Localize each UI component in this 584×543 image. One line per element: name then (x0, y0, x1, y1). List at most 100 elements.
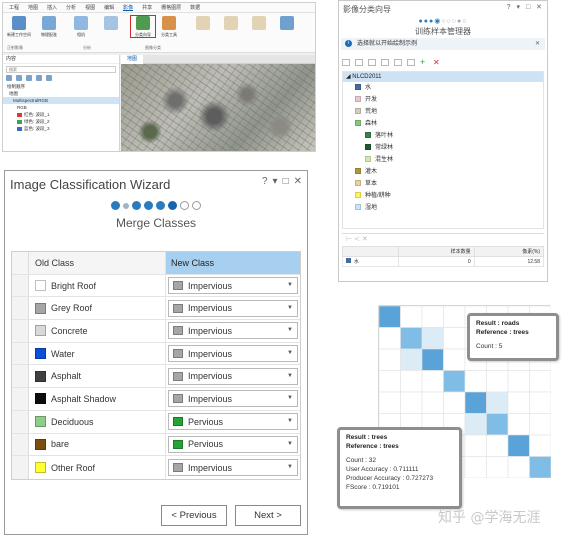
matrix-cell[interactable] (464, 456, 487, 479)
contents-item[interactable]: 蓝色: 波段_3 (3, 125, 119, 132)
menu-item[interactable]: 分析 (66, 4, 76, 11)
row-selector[interactable] (12, 410, 29, 433)
add-icon[interactable]: + (420, 57, 428, 66)
maximize-icon[interactable]: □ (283, 176, 289, 187)
close-icon[interactable]: ✕ (535, 38, 540, 50)
table-row[interactable]: Bright Roof Impervious ▼ (12, 274, 300, 298)
filter-icon[interactable] (46, 75, 52, 81)
class-node[interactable]: 荒地 (343, 106, 543, 118)
ribbon-button-classification-wizard[interactable]: 分类向导 (130, 15, 156, 38)
matrix-cell-diagonal[interactable] (507, 434, 530, 457)
menu-item[interactable]: 共享 (142, 4, 152, 11)
contents-search-input[interactable]: 搜索 (6, 66, 116, 73)
matrix-cell[interactable] (400, 391, 423, 414)
matrix-cell-diagonal[interactable] (421, 348, 444, 371)
matrix-cell[interactable] (507, 456, 530, 479)
menu-item[interactable]: 工程 (9, 4, 19, 11)
matrix-cell[interactable] (529, 413, 552, 436)
matrix-cell[interactable] (421, 306, 444, 328)
matrix-cell[interactable] (379, 391, 401, 414)
circle-icon[interactable] (368, 58, 376, 66)
table-row[interactable]: Grey Roof Impervious ▼ (12, 297, 300, 321)
matrix-cell[interactable] (379, 327, 401, 350)
table-row[interactable]: Water Impervious ▼ (12, 342, 300, 366)
schema-root[interactable]: ◢ NLCD2011 (343, 72, 543, 82)
step-dot[interactable] (192, 201, 201, 210)
table-row[interactable]: Deciduous Pervious ▼ (12, 410, 300, 434)
matrix-cell-diagonal[interactable] (443, 370, 466, 393)
ribbon-button-extra-2[interactable] (191, 16, 215, 30)
contents-item[interactable]: RGB (3, 104, 119, 111)
matrix-cell[interactable] (529, 391, 552, 414)
matrix-cell-diagonal[interactable] (529, 456, 552, 479)
new-class-dropdown[interactable]: Impervious ▼ (168, 459, 298, 477)
matrix-cell[interactable] (379, 370, 401, 393)
row-selector[interactable] (12, 342, 29, 365)
window-controls[interactable]: ? ▾ □ ✕ (507, 3, 544, 11)
matrix-cell[interactable] (464, 413, 487, 436)
new-class-dropdown[interactable]: Pervious ▼ (168, 435, 298, 453)
database-icon[interactable] (16, 75, 22, 81)
row-selector[interactable] (12, 456, 29, 479)
matrix-cell[interactable] (443, 327, 466, 350)
ribbon-button-workspace[interactable]: 新建工作空间 (7, 16, 31, 37)
table-row[interactable]: Concrete Impervious ▼ (12, 320, 300, 343)
matrix-cell[interactable] (529, 434, 552, 457)
matrix-cell[interactable] (421, 370, 444, 393)
table-row[interactable]: Asphalt Impervious ▼ (12, 365, 300, 389)
matrix-cell-diagonal[interactable] (464, 391, 487, 414)
class-node[interactable]: 水 (343, 82, 543, 94)
class-node[interactable]: 草本 (343, 178, 543, 190)
list-icon[interactable] (6, 75, 12, 81)
matrix-cell[interactable] (464, 434, 487, 457)
matrix-cell[interactable] (486, 434, 509, 457)
contents-item[interactable]: 红色: 波段_1 (3, 111, 119, 118)
ribbon-button-extra-5[interactable] (275, 16, 299, 30)
folder-icon[interactable] (394, 58, 402, 66)
step-dot[interactable] (132, 201, 141, 210)
help-icon[interactable]: ? (262, 176, 268, 187)
class-node[interactable]: 灌木 (343, 166, 543, 178)
matrix-cell[interactable] (443, 348, 466, 371)
matrix-cell[interactable] (421, 391, 444, 414)
table-row[interactable]: Other Roof Impervious ▼ (12, 456, 300, 479)
new-class-dropdown[interactable]: Impervious ▼ (168, 299, 298, 317)
satellite-imagery[interactable] (121, 64, 315, 151)
menu-item[interactable]: 地图 (28, 4, 38, 11)
new-class-dropdown[interactable]: Impervious ▼ (168, 390, 298, 408)
table-row[interactable]: 水 0 12.58 (341, 256, 545, 267)
new-class-dropdown[interactable]: Impervious ▼ (168, 277, 298, 295)
class-node[interactable]: 混生林 (343, 154, 543, 166)
contents-item[interactable]: 绿色: 波段_2 (3, 118, 119, 125)
matrix-cell[interactable] (464, 370, 487, 393)
save-icon[interactable] (407, 58, 415, 66)
matrix-cell[interactable] (421, 327, 444, 350)
next-button[interactable]: Next > (235, 505, 301, 526)
ribbon-button-classification-tools[interactable]: 分类工具 (157, 16, 181, 37)
class-node[interactable]: 湿地 (343, 202, 543, 214)
step-dot[interactable] (111, 201, 120, 210)
delete-icon[interactable]: ✕ (433, 58, 441, 66)
matrix-cell[interactable] (443, 306, 466, 328)
class-node[interactable]: 森林 (343, 118, 543, 130)
matrix-cell-diagonal[interactable] (486, 413, 509, 436)
matrix-cell[interactable] (507, 370, 530, 393)
menu-item[interactable]: 插入 (47, 4, 57, 11)
matrix-cell[interactable] (400, 306, 423, 328)
matrix-cell[interactable] (400, 370, 423, 393)
contents-item[interactable]: 绘制顺序 (3, 83, 119, 90)
matrix-cell[interactable] (379, 348, 401, 371)
layer-icon[interactable] (26, 75, 32, 81)
ribbon-button-georef[interactable]: 物理配准 (37, 16, 61, 37)
matrix-cell[interactable] (507, 413, 530, 436)
class-node[interactable]: 落叶林 (343, 130, 543, 142)
contents-item[interactable]: 地图 (3, 90, 119, 97)
menu-item[interactable]: 编辑 (104, 4, 114, 11)
ribbon-button-extra-3[interactable] (219, 16, 243, 30)
edit-icon[interactable] (36, 75, 42, 81)
matrix-cell[interactable] (486, 370, 509, 393)
matrix-cell-diagonal[interactable] (379, 306, 401, 328)
dropdown-icon[interactable]: ▾ (273, 176, 278, 187)
rectangle-icon[interactable] (342, 58, 350, 66)
row-selector[interactable] (12, 297, 29, 320)
